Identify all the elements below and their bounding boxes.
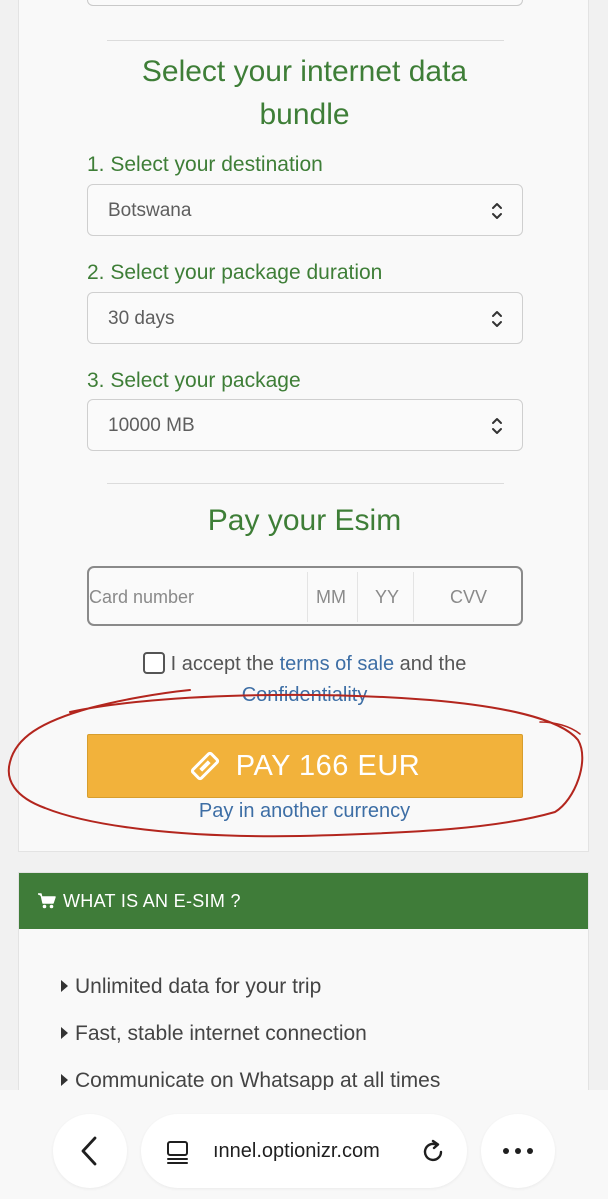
package-value: 10000 MB	[108, 415, 195, 436]
esim-info-heading: WHAT IS AN E-SIM ?	[63, 890, 241, 911]
divider	[107, 483, 504, 484]
divider	[107, 40, 504, 41]
terms-of-sale-link[interactable]: terms of sale	[280, 653, 394, 675]
bundle-title-line2: bundle	[259, 98, 350, 131]
pay-button[interactable]: PAY 166 EUR	[87, 734, 523, 798]
field-separator	[413, 572, 414, 622]
accept-terms-checkbox[interactable]	[142, 652, 165, 674]
caret-right-icon	[61, 980, 68, 992]
expiry-year-input[interactable]: YY	[375, 587, 399, 608]
browser-toolbar: ınnel.optionizr.com	[0, 1090, 608, 1199]
ticket-icon	[190, 751, 219, 781]
terms-line: I accept the terms of sale and the	[19, 652, 590, 676]
package-select[interactable]: 10000 MB	[87, 399, 523, 451]
reload-icon[interactable]	[419, 1138, 447, 1166]
list-item-text: Fast, stable internet connection	[75, 1022, 367, 1045]
tabs-icon	[167, 1141, 188, 1164]
card-payment-field[interactable]: Card number MM YY CVV	[87, 566, 523, 626]
more-icon	[503, 1148, 533, 1154]
caret-right-icon	[61, 1027, 68, 1039]
previous-field-edge[interactable]	[87, 0, 523, 6]
bundle-title: Select your internet data bundle	[19, 50, 590, 136]
esim-info-header: WHAT IS AN E-SIM ?	[19, 873, 588, 929]
pay-button-label: PAY 166 EUR	[235, 749, 421, 782]
accept-text: I accept the	[170, 653, 280, 675]
card-number-input[interactable]: Card number	[89, 587, 194, 608]
expiry-month-input[interactable]: MM	[316, 587, 346, 608]
esim-info-card: WHAT IS AN E-SIM ? Unlimited data for yo…	[18, 872, 589, 1102]
other-currency-link[interactable]: Pay in another currency	[19, 800, 590, 823]
list-item-text: Communicate on Whatsapp at all times	[75, 1069, 441, 1092]
bundle-card: Select your internet data bundle 1. Sele…	[18, 0, 589, 852]
address-bar[interactable]: ınnel.optionizr.com	[141, 1114, 467, 1188]
destination-label: 1. Select your destination	[87, 153, 323, 176]
destination-select[interactable]: Botswana	[87, 184, 523, 236]
list-item-text: Unlimited data for your trip	[75, 975, 322, 998]
back-icon	[81, 1136, 97, 1166]
list-item: Fast, stable internet connection	[61, 1022, 367, 1046]
duration-value: 30 days	[108, 308, 175, 329]
select-arrows-icon	[492, 311, 502, 327]
select-arrows-icon	[492, 203, 502, 219]
field-separator	[357, 572, 358, 622]
destination-value: Botswana	[108, 200, 192, 221]
accept-text-middle: and the	[394, 653, 467, 675]
package-label: 3. Select your package	[87, 369, 301, 392]
cart-icon	[38, 893, 56, 909]
list-item: Unlimited data for your trip	[61, 975, 321, 999]
bundle-title-line1: Select your internet data	[141, 55, 468, 88]
payment-title: Pay your Esim	[207, 504, 402, 537]
field-separator	[307, 572, 308, 622]
caret-right-icon	[61, 1074, 68, 1086]
duration-label: 2. Select your package duration	[87, 261, 383, 284]
back-button[interactable]	[53, 1114, 127, 1188]
more-button[interactable]	[481, 1114, 555, 1188]
cvv-input[interactable]: CVV	[450, 587, 487, 608]
confidentiality-link[interactable]: Confidentiality	[242, 684, 368, 706]
confidentiality-line: Confidentiality	[19, 684, 590, 707]
select-arrows-icon	[492, 418, 502, 434]
url-text: ınnel.optionizr.com	[213, 1140, 380, 1162]
duration-select[interactable]: 30 days	[87, 292, 523, 344]
